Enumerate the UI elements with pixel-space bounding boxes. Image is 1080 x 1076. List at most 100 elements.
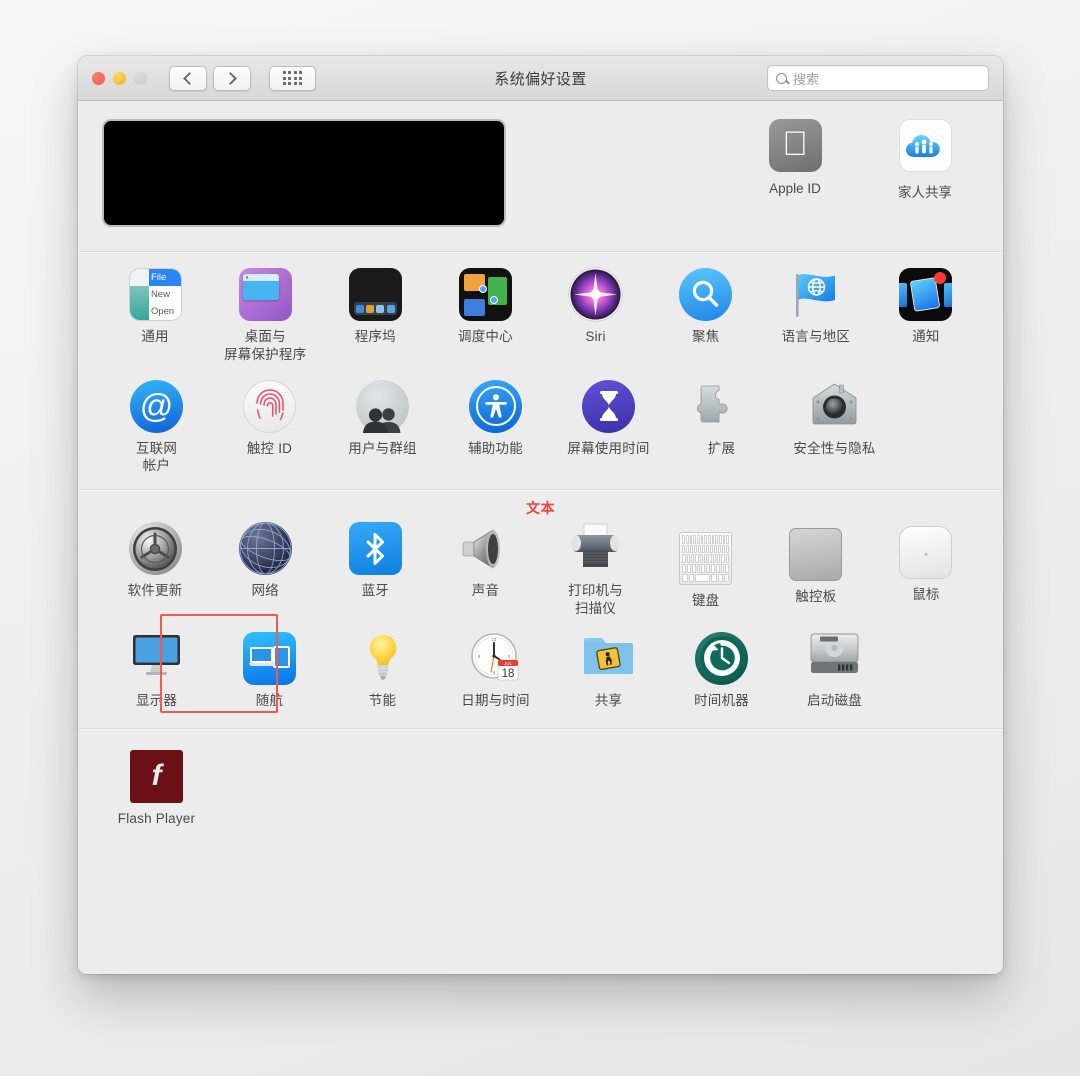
svg-text:12: 12	[492, 637, 497, 642]
account-shortcuts:  Apple ID	[747, 119, 973, 201]
pref-pane-internet-accounts[interactable]: @ 互联网 帐户	[100, 379, 213, 476]
sidecar-icon	[243, 631, 296, 685]
pref-pane-label: 安全性与隐私	[793, 440, 876, 456]
pref-pane-printers-scanners[interactable]: 打印机与 扫描仪	[541, 522, 651, 618]
date-time-clock-icon: 12 3 69 JUL 18	[469, 632, 522, 685]
traffic-lights	[92, 71, 147, 85]
pref-pane-flash-player[interactable]: f Flash Player	[100, 747, 213, 828]
pref-pane-sharing[interactable]: 共享	[552, 632, 665, 710]
pref-pane-users-groups[interactable]: 用户与群组	[326, 379, 439, 476]
search-placeholder: 搜索	[793, 71, 820, 87]
dock-icon	[348, 268, 402, 321]
grid-icon	[283, 71, 302, 85]
pref-pane-label: 扩展	[707, 440, 736, 456]
pref-pane-label: 用户与群组	[348, 440, 417, 456]
pref-pane-extensions[interactable]: 扩展	[665, 380, 778, 476]
flash-player-icon: f	[130, 749, 183, 803]
pref-pane-startup-disk[interactable]: 启动磁盘	[778, 632, 891, 710]
startup-disk-icon	[808, 632, 861, 685]
extensions-puzzle-icon	[695, 380, 748, 433]
pref-pane-language-region[interactable]: 语言与地区	[761, 268, 871, 364]
pref-pane-label: 日期与时间	[461, 692, 530, 708]
language-region-flag-icon	[789, 268, 842, 321]
pref-pane-notifications[interactable]: 通知	[871, 268, 981, 364]
internet-accounts-at-icon: @	[130, 379, 183, 433]
pref-pane-keyboard[interactable]: 键盘	[651, 522, 761, 618]
pref-pane-label: 桌面与 屏幕保护程序	[224, 329, 307, 362]
pref-pane-spotlight[interactable]: 聚焦	[651, 268, 761, 364]
pref-pane-sidecar[interactable]: 随航	[213, 631, 326, 710]
pref-pane-label: 辅助功能	[468, 440, 523, 456]
pref-pane-label: 语言与地区	[781, 329, 851, 344]
pref-pane-mission-control[interactable]: 调度中心	[430, 268, 540, 364]
navigation-buttons	[169, 65, 251, 91]
network-globe-icon	[238, 522, 292, 576]
time-machine-icon	[695, 631, 748, 685]
date-icon-month: JUL	[504, 661, 512, 666]
pref-pane-label: 网络	[251, 583, 279, 599]
pref-row: 显示器 随航 节能 12 3 6 9 JUL 18 日期与时间 共享 时间机器 …	[100, 631, 981, 710]
pref-pane-label: 通知	[912, 329, 940, 344]
window-title-bar: 系统偏好设置 搜索	[78, 56, 1003, 101]
pref-pane-label: 屏幕使用时间	[567, 440, 650, 456]
pref-pane-label: 打印机与 扫描仪	[568, 583, 623, 617]
pref-pane-energy-saver[interactable]: 节能	[326, 632, 439, 710]
pref-pane-accessibility[interactable]: 辅助功能	[439, 379, 552, 476]
pref-pane-label: Apple ID	[769, 181, 821, 196]
annotation-text-label: 文本	[526, 500, 555, 517]
apple-logo-icon: 	[768, 119, 822, 172]
accessibility-icon	[469, 379, 522, 433]
close-button[interactable]	[92, 71, 105, 85]
pref-pane-touch-id[interactable]: 触控 ID	[213, 379, 326, 476]
hardware-preferences-group: 文本 软件更新 网络 蓝牙 声音 打印机与 扫描仪 键盘 触控板 鼠标 显示器 …	[78, 490, 1003, 727]
pref-pane-label: 调度中心	[458, 329, 513, 344]
desktop-screensaver-icon	[238, 268, 292, 321]
account-section:  Apple ID	[78, 101, 1003, 251]
pref-pane-label: 家人共享	[898, 185, 952, 200]
pref-pane-label: 鼠标	[912, 587, 940, 603]
family-sharing-cloud-icon	[898, 119, 952, 172]
pref-pane-network[interactable]: 网络	[210, 522, 320, 618]
chevron-left-icon	[183, 71, 196, 85]
pref-pane-label: 程序坞	[354, 329, 396, 344]
pref-pane-mouse[interactable]: 鼠标	[871, 522, 981, 618]
show-all-button[interactable]	[269, 65, 316, 91]
pref-pane-date-time[interactable]: 12 3 69 JUL 18 日期与时间	[439, 632, 552, 710]
bluetooth-icon	[348, 522, 402, 576]
pref-pane-label: 触控板	[795, 589, 837, 605]
pref-pane-family-sharing[interactable]: 家人共享	[877, 119, 973, 201]
pref-pane-label: 随航	[255, 692, 284, 708]
date-icon-day: 18	[502, 668, 515, 680]
redacted-account-banner	[104, 121, 504, 225]
pref-pane-bluetooth[interactable]: 蓝牙	[320, 522, 430, 618]
pref-pane-label: Flash Player	[117, 810, 196, 826]
minimize-button[interactable]	[113, 71, 126, 85]
system-preferences-window: 系统偏好设置 搜索  Apple ID	[78, 56, 1003, 974]
pref-pane-displays[interactable]: 显示器	[100, 632, 213, 710]
pref-pane-dock[interactable]: 程序坞	[320, 268, 430, 364]
back-button[interactable]	[169, 65, 207, 91]
pref-pane-screen-time[interactable]: 屏幕使用时间	[552, 379, 665, 476]
pref-row: 软件更新 网络 蓝牙 声音 打印机与 扫描仪 键盘 触控板 鼠标	[100, 522, 981, 618]
preferences-content:  Apple ID	[78, 101, 1003, 974]
pref-pane-software-update[interactable]: 软件更新	[100, 522, 210, 618]
pref-pane-general[interactable]: File New Open 通用	[100, 268, 210, 364]
pref-pane-security-privacy[interactable]: 安全性与隐私	[778, 380, 891, 476]
pref-row: @ 互联网 帐户 触控 ID 用户与群组 辅助功能 屏幕使用时间 扩展 安全性与…	[100, 379, 981, 476]
pref-pane-label: 触控 ID	[246, 440, 293, 456]
pref-pane-label: 时间机器	[694, 692, 749, 708]
desktop-background: 系统偏好设置 搜索  Apple ID	[0, 0, 1080, 1076]
forward-button[interactable]	[213, 65, 251, 91]
pref-pane-trackpad[interactable]: 触控板	[761, 522, 871, 618]
chevron-right-icon	[224, 71, 237, 85]
pref-pane-sound[interactable]: 声音	[430, 522, 540, 618]
search-field[interactable]: 搜索	[767, 65, 989, 91]
pref-row: f Flash Player	[100, 747, 981, 828]
pref-pane-time-machine[interactable]: 时间机器	[665, 631, 778, 710]
pref-pane-siri[interactable]: Siri	[541, 268, 651, 364]
printers-scanners-icon	[569, 522, 622, 575]
energy-saver-bulb-icon	[356, 632, 409, 685]
mission-control-icon	[458, 268, 512, 321]
pref-pane-apple-id[interactable]:  Apple ID	[747, 119, 843, 201]
pref-pane-desktop-screensaver[interactable]: 桌面与 屏幕保护程序	[210, 268, 320, 364]
